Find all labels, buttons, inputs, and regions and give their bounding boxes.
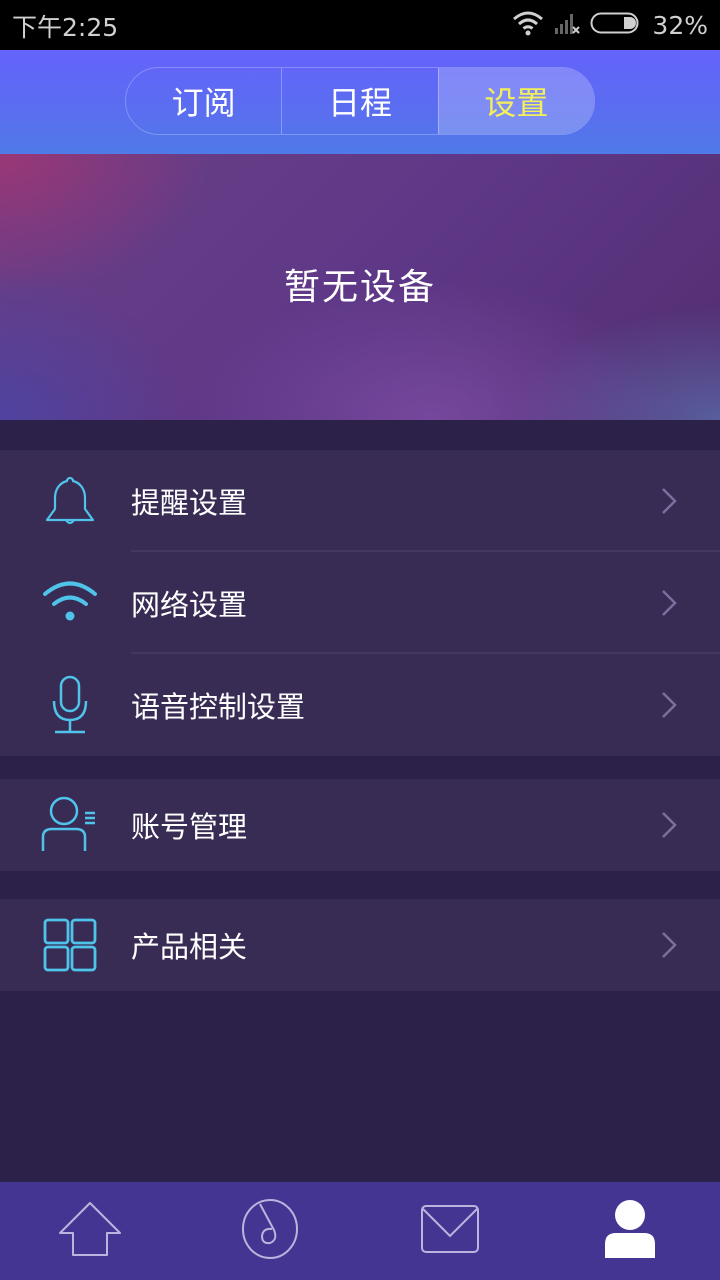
status-time: 下午2:25 [12, 13, 119, 42]
device-banner: 暂无设备 [0, 154, 720, 420]
tabbar-messages[interactable] [360, 1182, 540, 1280]
chevron-right-icon [660, 810, 678, 840]
header: 订阅 日程 设置 [0, 50, 720, 154]
bottom-tab-bar [0, 1182, 720, 1280]
chevron-right-icon [660, 486, 678, 516]
settings-item-label: 提醒设置 [131, 486, 248, 520]
tabbar-profile[interactable] [540, 1182, 720, 1280]
tabbar-music[interactable] [180, 1182, 360, 1280]
cellular-no-signal-icon [554, 10, 581, 40]
battery-percent: 32% [652, 10, 708, 40]
tabbar-home[interactable] [0, 1182, 180, 1280]
settings-item-account[interactable]: 账号管理 [0, 779, 720, 871]
chevron-right-icon [660, 930, 678, 960]
tab-subscribe[interactable]: 订阅 [126, 68, 281, 134]
wifi-icon [512, 10, 544, 40]
segmented-control: 订阅 日程 设置 [125, 67, 595, 135]
profile-icon [603, 1200, 657, 1262]
grid-icon [40, 915, 100, 975]
settings-group-2: 账号管理 [0, 779, 720, 871]
music-icon [240, 1198, 300, 1264]
settings-item-voice-control[interactable]: 语音控制设置 [0, 654, 720, 756]
settings-item-product[interactable]: 产品相关 [0, 899, 720, 991]
no-device-text: 暂无设备 [283, 267, 436, 308]
settings-item-label: 语音控制设置 [131, 690, 306, 724]
settings-item-network[interactable]: 网络设置 [0, 552, 720, 654]
wifi-icon [40, 573, 100, 633]
status-icons: 32% [512, 8, 708, 42]
tab-schedule[interactable]: 日程 [281, 68, 437, 134]
settings-item-label: 产品相关 [131, 930, 248, 964]
battery-icon [590, 11, 642, 39]
settings-item-label: 网络设置 [131, 588, 248, 622]
settings-item-label: 账号管理 [131, 810, 248, 844]
microphone-icon [40, 675, 100, 735]
tab-settings[interactable]: 设置 [437, 68, 594, 134]
status-bar: 下午2:25 32% [0, 0, 720, 50]
settings-item-reminder[interactable]: 提醒设置 [0, 450, 720, 552]
chevron-right-icon [660, 588, 678, 618]
mail-icon [420, 1204, 480, 1258]
home-icon [57, 1201, 123, 1261]
bell-icon [40, 471, 100, 531]
user-list-icon [40, 795, 100, 855]
chevron-right-icon [660, 690, 678, 720]
settings-group-3: 产品相关 [0, 899, 720, 991]
settings-group-1: 提醒设置 网络设置 语音控制设置 [0, 450, 720, 756]
